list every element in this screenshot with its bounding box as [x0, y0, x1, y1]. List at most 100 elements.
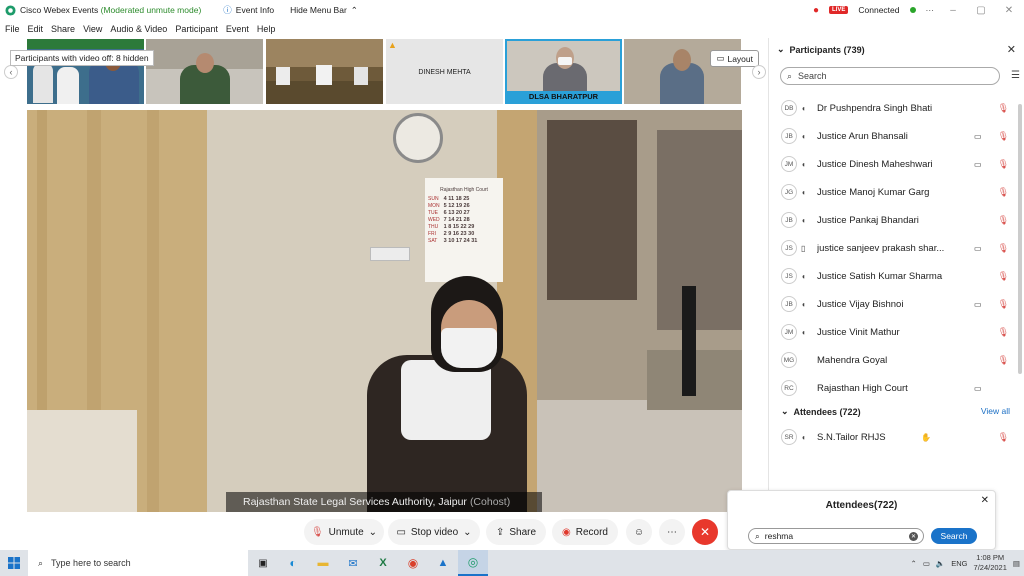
hide-menu-bar-button[interactable]: Hide Menu Bar ⌃	[290, 5, 358, 16]
participant-row[interactable]: RC Rajasthan High Court ▭	[781, 378, 1013, 398]
mic-muted-icon[interactable]: 🎙	[998, 271, 1009, 282]
cohost-tag: (Cohost)	[469, 496, 511, 508]
photos-icon[interactable]: ▲	[428, 550, 458, 576]
attendee-name: S.N.Tailor RHJS	[817, 431, 886, 443]
close-window-button[interactable]: ✕	[1000, 5, 1018, 16]
attendee-row[interactable]: SR ◖ S.N.Tailor RHJS ✋ 🎙	[781, 427, 1013, 447]
thumbnail-name: DLSA BHARATPUR	[528, 92, 599, 101]
lang-indicator[interactable]: ENG	[951, 559, 967, 568]
search-icon: ⌕	[787, 70, 793, 81]
leave-event-button[interactable]: ✕	[692, 519, 718, 545]
attendees-title: Attendees (722)	[793, 406, 861, 417]
close-panel-button[interactable]: ✕	[1007, 43, 1016, 56]
menu-file[interactable]: File	[5, 24, 20, 34]
mic-muted-icon[interactable]: 🎙	[998, 215, 1009, 226]
connection-status: Connected	[858, 5, 900, 15]
mic-muted-icon[interactable]: 🎙	[998, 355, 1009, 366]
taskbar-clock[interactable]: 1:08 PM 7/24/2021	[974, 553, 1007, 573]
mic-muted-icon: 🎙	[310, 526, 324, 538]
task-view-icon[interactable]: ▣	[248, 550, 278, 576]
mic-muted-icon[interactable]: 🎙	[998, 299, 1009, 310]
attendee-search-input[interactable]: ⌕ reshma ✕	[748, 528, 924, 544]
strip-prev-button[interactable]: ‹	[4, 65, 18, 79]
edge-icon[interactable]: ◐	[278, 550, 308, 576]
mic-muted-icon[interactable]: 🎙	[998, 187, 1009, 198]
volume-icon[interactable]: 🔈	[936, 559, 945, 568]
participant-row[interactable]: JB ◖ Justice Pankaj Bhandari 🎙	[781, 210, 1013, 230]
participant-row[interactable]: JS ▯ justice sanjeev prakash shar... ▭ 🎙	[781, 238, 1013, 258]
stop-video-button[interactable]: ▭ Stop video ⌄	[388, 519, 480, 545]
minimize-button[interactable]: –	[944, 5, 962, 16]
layout-button[interactable]: ▭ Layout	[710, 50, 759, 67]
network-icon[interactable]: ▭	[923, 559, 930, 568]
avatar: JG	[781, 184, 797, 200]
menu-participant[interactable]: Participant	[175, 24, 218, 34]
menu-share[interactable]: Share	[51, 24, 75, 34]
participant-row[interactable]: MG Mahendra Goyal 🎙	[781, 350, 1013, 370]
excel-icon[interactable]: X	[368, 550, 398, 576]
video-thumbnail-dlsa-bharatpur[interactable]: DLSA BHARATPUR	[505, 39, 622, 104]
clear-search-button[interactable]: ✕	[909, 531, 918, 541]
video-thumbnail-dinesh-mehta[interactable]: ▲ DINESH MEHTA	[386, 39, 503, 104]
mic-muted-icon[interactable]: 🎙	[998, 432, 1009, 443]
audio-icon: ◖	[801, 159, 806, 169]
mic-muted-icon[interactable]: 🎙	[998, 243, 1009, 254]
participant-row[interactable]: JG ◖ Justice Manoj Kumar Garg 🎙	[781, 182, 1013, 202]
video-thumbnail[interactable]	[27, 39, 144, 104]
more-icon[interactable]: ⋯	[926, 5, 935, 16]
participants-header[interactable]: ⌄ Participants (739)	[777, 44, 865, 55]
video-thumbnail[interactable]	[146, 39, 263, 104]
mic-muted-icon[interactable]: 🎙	[998, 159, 1009, 170]
calendar-day: FRI	[428, 231, 437, 237]
participant-row[interactable]: DB ◖ Dr Pushpendra Singh Bhati 🎙	[781, 98, 1013, 118]
record-indicator-icon: ●	[812, 4, 820, 16]
menu-event[interactable]: Event	[226, 24, 249, 34]
video-thumbnail[interactable]	[624, 39, 741, 104]
event-info-button[interactable]: ⓘ Event Info	[223, 4, 274, 16]
video-thumbnail[interactable]	[266, 39, 383, 104]
participant-row[interactable]: JB ◖ Justice Vijay Bishnoi ▭ 🎙	[781, 294, 1013, 314]
participant-row[interactable]: JM ◖ Justice Dinesh Maheshwari ▭ 🎙	[781, 154, 1013, 174]
layout-label: Layout	[727, 53, 753, 64]
active-speaker-label: Rajasthan State Legal Services Authority…	[226, 492, 542, 512]
file-explorer-icon[interactable]: ▬	[308, 550, 338, 576]
panel-scrollbar[interactable]	[1018, 104, 1022, 374]
mic-muted-icon[interactable]: 🎙	[998, 131, 1009, 142]
maximize-button[interactable]: ▢	[972, 5, 990, 16]
record-button[interactable]: ◉ Record	[552, 519, 618, 545]
view-all-link[interactable]: View all	[981, 406, 1010, 416]
participant-name: justice sanjeev prakash shar...	[817, 242, 945, 254]
close-popup-button[interactable]: ✕	[981, 495, 989, 506]
chevron-up-icon[interactable]: ⌃	[911, 559, 917, 568]
attendees-header[interactable]: ⌄ Attendees (722)	[781, 406, 861, 417]
webex-app-icon	[5, 4, 16, 16]
calendar-row: 1 8 15 22 29	[443, 224, 475, 230]
menu-edit[interactable]: Edit	[28, 24, 44, 34]
participants-title: Participants (739)	[789, 44, 865, 55]
camera-icon: ▭	[974, 299, 982, 309]
menu-help[interactable]: Help	[257, 24, 276, 34]
avatar: SR	[781, 429, 797, 445]
menu-view[interactable]: View	[83, 24, 102, 34]
participant-row[interactable]: JB ◖ Justice Arun Bhansali ▭ 🎙	[781, 126, 1013, 146]
mail-icon[interactable]: ✉	[338, 550, 368, 576]
webex-taskbar-icon[interactable]: ◎	[458, 550, 488, 576]
participant-search-input[interactable]: ⌕ Search	[780, 67, 1000, 85]
taskbar-search-input[interactable]: ⌕ Type here to search	[28, 550, 248, 576]
share-button[interactable]: ⇪ Share	[486, 519, 546, 545]
sort-icon[interactable]: ☰	[1011, 70, 1020, 81]
notification-icon[interactable]: ▤	[1013, 559, 1020, 568]
strip-next-button[interactable]: ›	[752, 65, 766, 79]
mic-muted-icon[interactable]: 🎙	[998, 327, 1009, 338]
menu-audio-video[interactable]: Audio & Video	[110, 24, 167, 34]
chrome-icon[interactable]: ◉	[398, 550, 428, 576]
title-bar-right: ● LIVE Connected ⋯ – ▢ ✕	[813, 0, 1018, 20]
participant-row[interactable]: JM ◖ Justice Vinit Mathur 🎙	[781, 322, 1013, 342]
unmute-button[interactable]: 🎙 Unmute ⌄	[304, 519, 384, 545]
participant-row[interactable]: JS ◖ Justice Satish Kumar Sharma 🎙	[781, 266, 1013, 286]
search-button[interactable]: Search	[931, 528, 977, 544]
start-button[interactable]	[0, 550, 28, 576]
more-options-button[interactable]: ⋯	[659, 519, 685, 545]
mic-muted-icon[interactable]: 🎙	[998, 103, 1009, 114]
reactions-button[interactable]: ☺	[626, 519, 652, 545]
